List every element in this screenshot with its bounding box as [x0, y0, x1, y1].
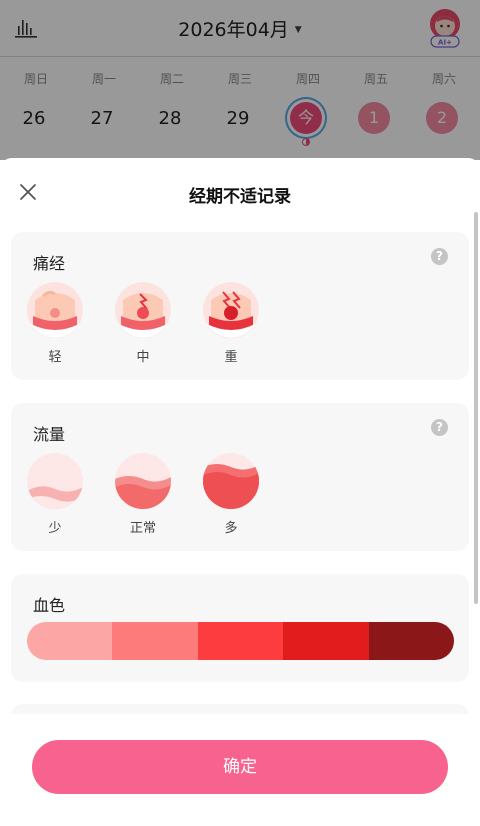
flow-title: 流量: [33, 425, 66, 444]
blood-color-card: 血色: [11, 574, 469, 682]
cramps-option-moderate[interactable]: 中: [115, 282, 203, 366]
heavy-flow-icon: [203, 453, 259, 509]
color-swatch[interactable]: [27, 622, 113, 660]
help-icon[interactable]: ?: [431, 419, 448, 436]
color-swatch[interactable]: [283, 622, 369, 660]
color-swatch[interactable]: [197, 622, 284, 660]
normal-flow-icon: [115, 453, 171, 509]
cramps-option-mild[interactable]: 轻: [27, 282, 115, 366]
cramps-title: 痛经: [33, 254, 66, 273]
cramps-card: 痛经 ? 轻 中 重: [11, 232, 469, 380]
confirm-button[interactable]: 确定: [32, 740, 448, 794]
cramps-options: 轻 中 重: [27, 282, 291, 366]
sheet-title: 经期不适记录: [189, 187, 291, 207]
blood-color-picker: [27, 622, 454, 660]
severe-cramp-icon: [203, 282, 259, 338]
mild-cramp-icon: [27, 282, 83, 338]
light-flow-icon: [27, 453, 83, 509]
discomfort-sheet: 经期不适记录 痛经 ? 轻 中 重 流量 ? 少 正常 多 血色 确定: [0, 158, 480, 826]
flow-options: 少 正常 多: [27, 453, 291, 537]
option-label: 中: [136, 350, 150, 365]
flow-option-light[interactable]: 少: [27, 453, 115, 537]
color-swatch[interactable]: [112, 622, 198, 660]
scrollbar[interactable]: [474, 212, 478, 604]
color-swatch[interactable]: [368, 622, 454, 660]
flow-option-normal[interactable]: 正常: [115, 453, 203, 537]
help-icon[interactable]: ?: [431, 248, 448, 265]
modal-overlay[interactable]: [0, 0, 480, 160]
sheet-header: 经期不适记录: [0, 158, 480, 226]
sheet-footer: 确定: [0, 714, 480, 826]
calendar-header: 2026年04月 ▼ AI+ 周日 周一 周二 周三 周四 周五 周六 26 27…: [0, 0, 480, 160]
option-label: 轻: [48, 350, 62, 365]
cramps-option-severe[interactable]: 重: [203, 282, 291, 366]
option-label: 多: [224, 521, 238, 536]
flow-option-heavy[interactable]: 多: [203, 453, 291, 537]
blood-color-title: 血色: [33, 596, 66, 615]
flow-card: 流量 ? 少 正常 多: [11, 403, 469, 551]
option-label: 正常: [129, 521, 156, 536]
option-label: 少: [48, 521, 62, 536]
option-label: 重: [224, 350, 238, 365]
moderate-cramp-icon: [115, 282, 171, 338]
